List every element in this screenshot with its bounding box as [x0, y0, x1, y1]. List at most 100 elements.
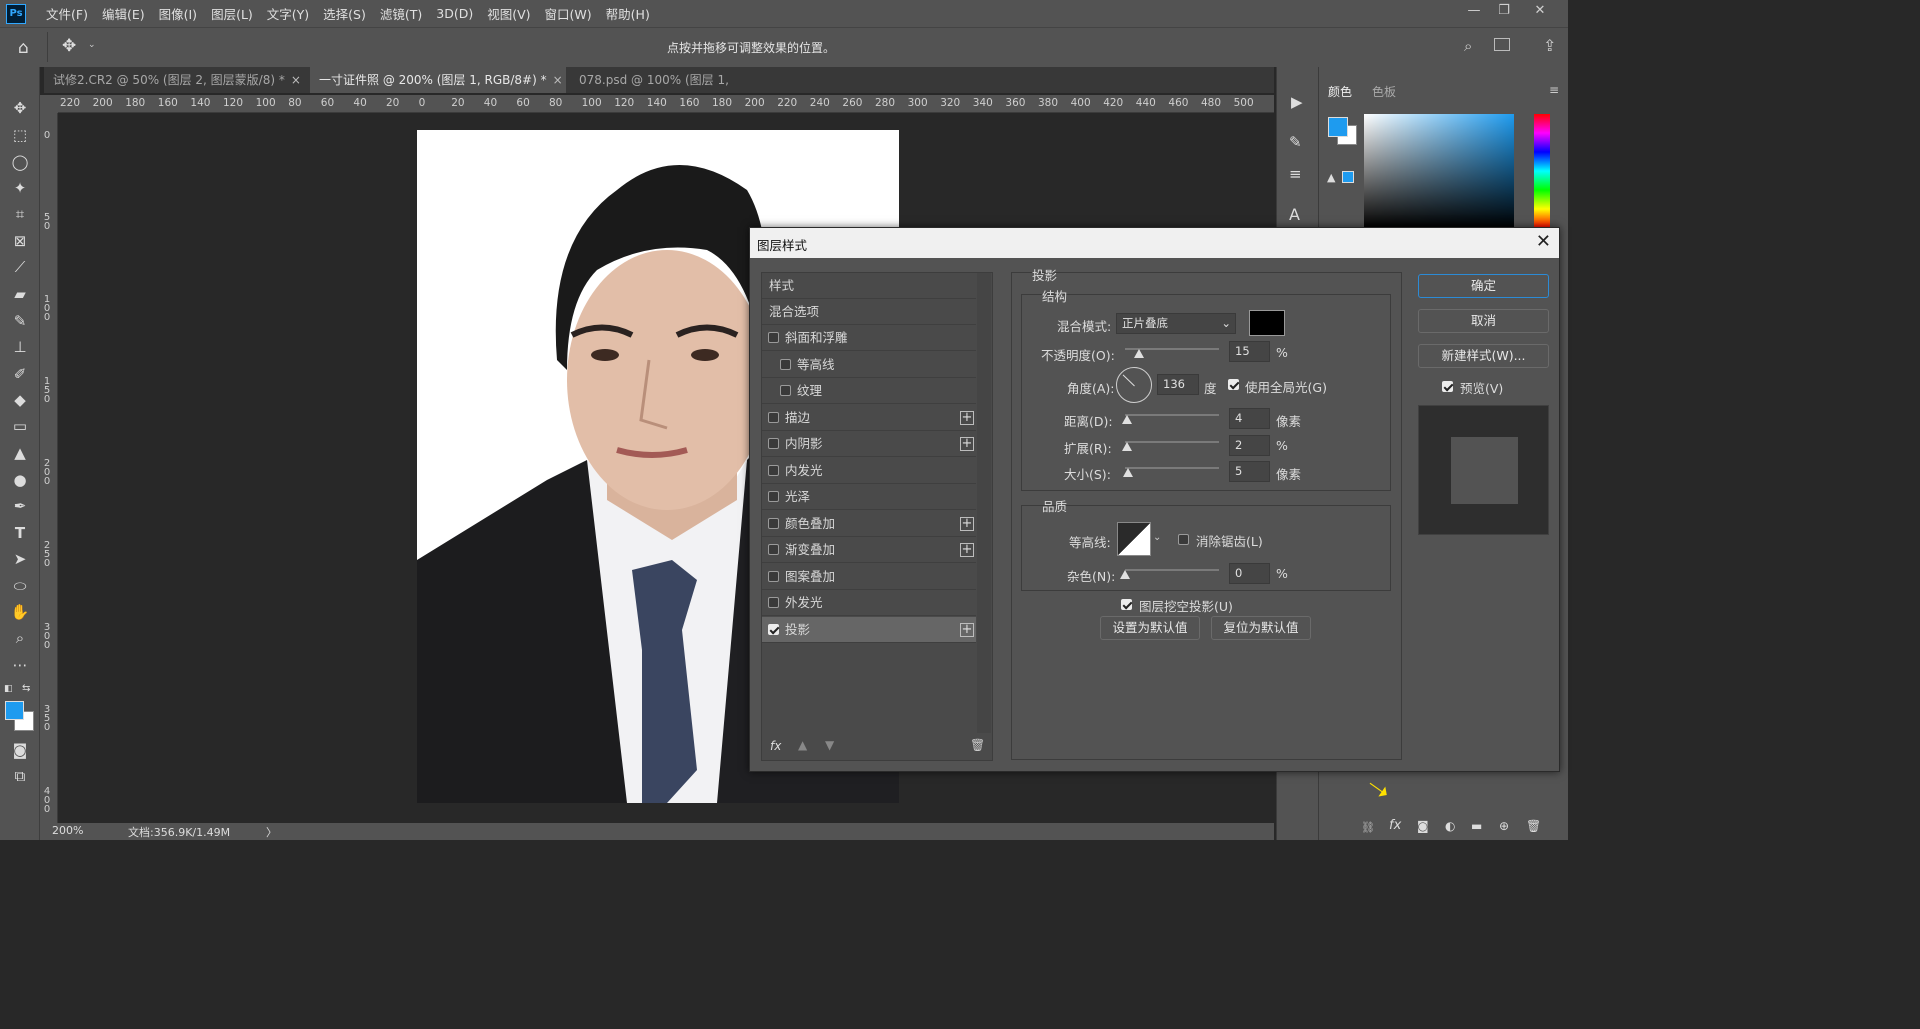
dodge-tool-icon[interactable]: ●: [9, 469, 31, 491]
crop-tool-icon[interactable]: ⌗: [9, 203, 31, 225]
fx-icon[interactable]: fx: [1389, 818, 1401, 833]
close-tab-icon[interactable]: ×: [553, 73, 563, 87]
ellipse-tool-icon[interactable]: ⬭: [9, 575, 31, 597]
link-layers-icon[interactable]: ⛓: [1361, 821, 1375, 834]
folder-icon[interactable]: ▬: [1471, 819, 1482, 833]
lasso-tool-icon[interactable]: ◯: [9, 151, 31, 173]
restore-icon[interactable]: ❐: [1490, 0, 1518, 24]
share-icon[interactable]: ⇪: [1543, 36, 1556, 55]
menu-filter[interactable]: 滤镜(T): [380, 4, 422, 23]
spread-slider-thumb[interactable]: [1121, 442, 1132, 451]
style-item[interactable]: 光泽: [762, 484, 976, 510]
menu-window[interactable]: 窗口(W): [545, 4, 592, 23]
style-item[interactable]: 描边 +: [762, 405, 976, 431]
web-safe-color-swatch[interactable]: [1342, 171, 1354, 183]
add-style-icon[interactable]: +: [960, 622, 974, 637]
distance-slider-thumb[interactable]: [1121, 415, 1132, 424]
more-tools-icon[interactable]: ⋯: [9, 654, 31, 676]
workspace-icon[interactable]: [1494, 38, 1510, 51]
size-slider[interactable]: [1125, 467, 1219, 469]
style-item-checkbox[interactable]: [768, 544, 779, 555]
set-default-button[interactable]: 设置为默认值: [1100, 616, 1200, 640]
zoom-tool-icon[interactable]: ⌕: [9, 627, 31, 649]
frame-tool-icon[interactable]: ⊠: [9, 230, 31, 252]
ok-button[interactable]: 确定: [1418, 274, 1549, 298]
move-down-icon[interactable]: ▼: [825, 738, 834, 752]
foreground-color-swatch[interactable]: [1328, 117, 1348, 137]
chevron-down-icon[interactable]: ⌄: [1153, 532, 1161, 543]
blend-mode-select[interactable]: 正片叠底 ⌄: [1116, 313, 1236, 334]
new-style-button[interactable]: 新建样式(W)...: [1418, 344, 1549, 368]
adjustments-icon[interactable]: ≡: [1289, 165, 1302, 183]
tab-swatches[interactable]: 色板: [1372, 83, 1396, 100]
search-icon[interactable]: ⌕: [1464, 37, 1472, 55]
blend-options-item[interactable]: 混合选项: [762, 299, 976, 325]
quick-mask-icon[interactable]: ◙: [9, 739, 31, 761]
menu-view[interactable]: 视图(V): [487, 4, 530, 23]
color-picker-field[interactable]: [1364, 114, 1514, 228]
antialias-checkbox[interactable]: [1178, 534, 1189, 545]
tab-document[interactable]: 试修2.CR2 @ 50% (图层 2, 图层蒙版/8) * ×: [44, 67, 306, 93]
add-style-icon[interactable]: +: [960, 543, 974, 557]
close-window-icon[interactable]: ✕: [1526, 0, 1554, 24]
adjustment-layer-icon[interactable]: ◐: [1445, 819, 1455, 833]
contour-preview[interactable]: [1117, 522, 1151, 556]
style-item[interactable]: 外发光: [762, 590, 976, 616]
style-item[interactable]: 纹理: [762, 378, 976, 404]
knockout-checkbox[interactable]: [1121, 599, 1132, 610]
hue-slider[interactable]: [1534, 114, 1550, 228]
shadow-color-swatch[interactable]: [1249, 310, 1285, 336]
spread-slider[interactable]: [1125, 441, 1219, 443]
gradient-tool-icon[interactable]: ▭: [9, 415, 31, 437]
add-style-icon[interactable]: +: [960, 437, 974, 451]
brush-settings-icon[interactable]: ✎: [1289, 133, 1302, 151]
list-header-styles[interactable]: 样式: [762, 273, 976, 299]
style-item-checkbox[interactable]: [768, 517, 779, 529]
style-item[interactable]: 颜色叠加 +: [762, 511, 976, 537]
menu-select[interactable]: 选择(S): [323, 4, 366, 23]
zoom-level[interactable]: 200%: [52, 824, 83, 837]
fx-menu-icon[interactable]: fx: [770, 739, 781, 753]
global-light-checkbox[interactable]: [1228, 379, 1239, 390]
reset-default-button[interactable]: 复位为默认值: [1211, 616, 1311, 640]
tab-color[interactable]: 颜色: [1328, 83, 1352, 100]
new-layer-icon[interactable]: ⊕: [1499, 819, 1509, 833]
style-item[interactable]: 投影 +: [762, 616, 976, 643]
stamp-tool-icon[interactable]: ⊥: [9, 336, 31, 358]
style-item-checkbox[interactable]: [768, 411, 779, 423]
style-item-checkbox[interactable]: [780, 358, 791, 370]
menu-3d[interactable]: 3D(D): [436, 6, 473, 21]
opacity-slider-thumb[interactable]: [1134, 349, 1145, 358]
history-brush-icon[interactable]: ✐: [9, 363, 31, 385]
panel-menu-icon[interactable]: ≡: [1549, 83, 1559, 97]
style-item[interactable]: 等高线: [762, 352, 976, 378]
magic-wand-icon[interactable]: ✦: [9, 177, 31, 199]
blur-tool-icon[interactable]: ▲: [9, 442, 31, 464]
style-item[interactable]: 内发光: [762, 458, 976, 484]
type-tool-icon[interactable]: T: [9, 522, 31, 544]
close-tab-icon[interactable]: ×: [291, 73, 301, 87]
style-item-checkbox[interactable]: [768, 464, 779, 476]
style-item[interactable]: 斜面和浮雕: [762, 325, 976, 351]
size-input[interactable]: 5: [1229, 461, 1270, 482]
menu-edit[interactable]: 编辑(E): [102, 4, 145, 23]
home-icon[interactable]: ⌂: [18, 38, 29, 58]
foreground-color-swatch[interactable]: [5, 701, 24, 720]
eraser-tool-icon[interactable]: ◆: [9, 389, 31, 411]
list-scrollbar[interactable]: [977, 273, 991, 733]
play-icon[interactable]: ▶: [1291, 93, 1303, 111]
screen-mode-icon[interactable]: ⧉: [9, 765, 31, 787]
style-item-checkbox[interactable]: [768, 570, 779, 582]
minimize-icon[interactable]: —: [1460, 0, 1488, 24]
style-item-checkbox[interactable]: [768, 623, 779, 635]
character-icon[interactable]: A: [1289, 205, 1300, 224]
healing-brush-icon[interactable]: ▰: [9, 283, 31, 305]
menu-image[interactable]: 图像(I): [159, 4, 197, 23]
brush-tool-icon[interactable]: ✎: [9, 310, 31, 332]
size-slider-thumb[interactable]: [1122, 468, 1133, 477]
path-select-icon[interactable]: ➤: [9, 548, 31, 570]
layer-mask-icon[interactable]: ◙: [1417, 819, 1429, 833]
marquee-tool-icon[interactable]: ⬚: [9, 124, 31, 146]
noise-slider-thumb[interactable]: [1120, 570, 1130, 579]
move-up-icon[interactable]: ▲: [798, 738, 807, 752]
